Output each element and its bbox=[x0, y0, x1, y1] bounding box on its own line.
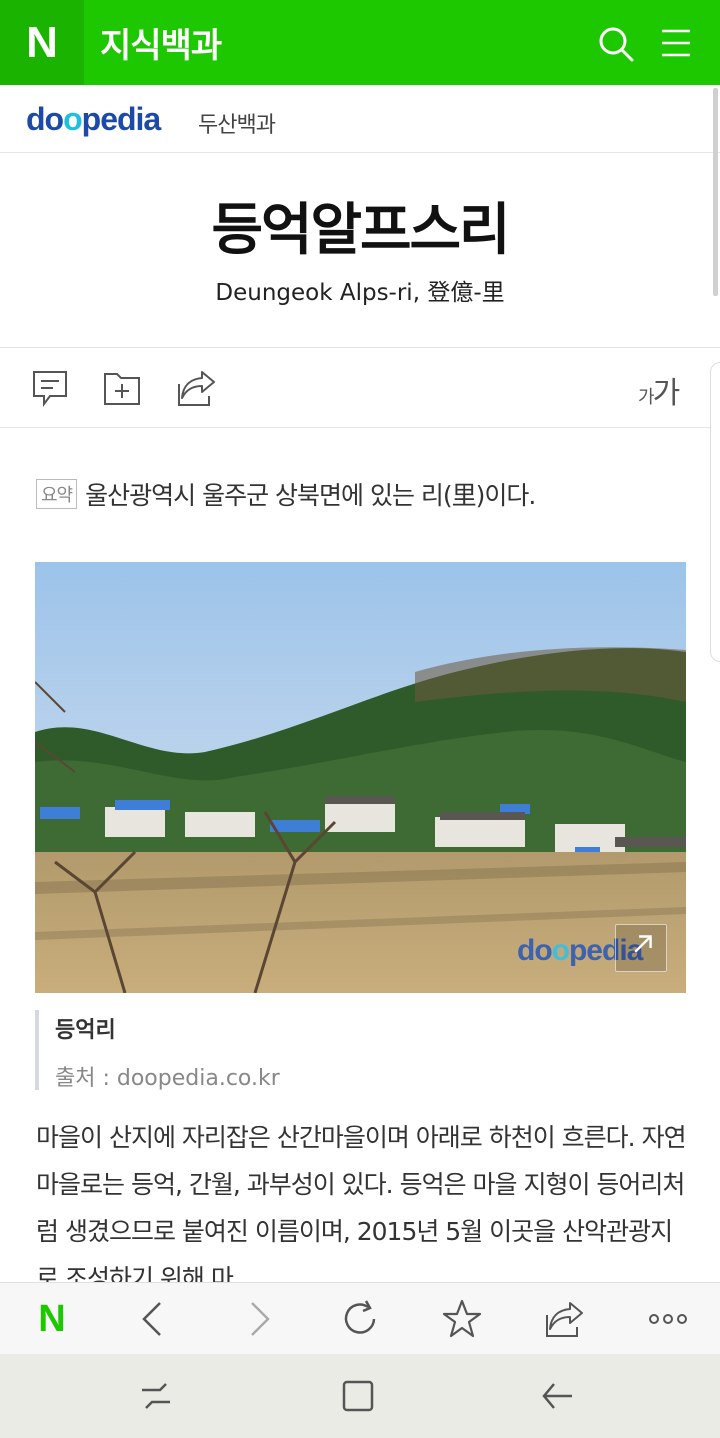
article-image[interactable]: doopedia bbox=[35, 562, 686, 993]
naver-home-button[interactable]: N bbox=[30, 1297, 74, 1341]
article-toolbar: 가가 bbox=[0, 348, 720, 428]
font-size-button[interactable]: 가가 bbox=[638, 368, 680, 412]
summary-text: 울산광역시 울주군 상북면에 있는 리(里)이다. bbox=[85, 481, 536, 510]
add-folder-icon[interactable] bbox=[102, 368, 142, 408]
summary-tag: 요약 bbox=[36, 479, 78, 509]
home-icon[interactable] bbox=[338, 1376, 378, 1416]
browser-toolbar: N bbox=[0, 1282, 720, 1354]
naver-logo-button[interactable]: N bbox=[0, 0, 84, 85]
edge-panel-handle[interactable] bbox=[710, 362, 720, 662]
source-bar: doopedia 두산백과 bbox=[0, 85, 720, 153]
image-caption: 등억리 출처 : doopedia.co.kr bbox=[35, 1010, 686, 1091]
back-icon[interactable] bbox=[538, 1376, 578, 1416]
header-title[interactable]: 지식백과 bbox=[100, 18, 222, 67]
search-icon[interactable] bbox=[596, 24, 636, 64]
caption-title: 등억리 bbox=[55, 1018, 116, 1043]
source-label[interactable]: 두산백과 bbox=[198, 107, 276, 139]
scrollbar[interactable] bbox=[713, 88, 718, 296]
comment-icon[interactable] bbox=[30, 368, 70, 408]
article-header: 등억알프스리 Deungeok Alps-ri, 登億-里 bbox=[0, 153, 720, 348]
recent-apps-icon[interactable] bbox=[136, 1376, 176, 1416]
system-nav-bar bbox=[0, 1354, 720, 1438]
forward-icon[interactable] bbox=[236, 1297, 280, 1341]
share-icon[interactable] bbox=[176, 368, 216, 408]
naver-logo: N bbox=[26, 17, 58, 67]
reload-icon[interactable] bbox=[338, 1297, 382, 1341]
village-photo bbox=[35, 562, 686, 993]
back-icon[interactable] bbox=[132, 1297, 176, 1341]
summary: 요약 울산광역시 울주군 상북면에 있는 리(里)이다. bbox=[36, 476, 696, 512]
bookmark-icon[interactable] bbox=[440, 1297, 484, 1341]
doopedia-logo[interactable]: doopedia bbox=[26, 101, 161, 138]
expand-icon[interactable] bbox=[615, 924, 667, 972]
app-header: N 지식백과 bbox=[0, 0, 720, 85]
page-title: 등억알프스리 bbox=[211, 198, 510, 263]
article-body: 마을이 산지에 자리잡은 산간마을이며 아래로 하천이 흐른다. 자연마을로는 … bbox=[36, 1123, 687, 1282]
more-icon[interactable] bbox=[646, 1297, 690, 1341]
caption-source: 출처 : doopedia.co.kr bbox=[55, 1066, 280, 1091]
page-subtitle: Deungeok Alps-ri, 登億-里 bbox=[215, 280, 505, 306]
menu-icon[interactable] bbox=[658, 25, 694, 61]
share-icon[interactable] bbox=[542, 1297, 586, 1341]
